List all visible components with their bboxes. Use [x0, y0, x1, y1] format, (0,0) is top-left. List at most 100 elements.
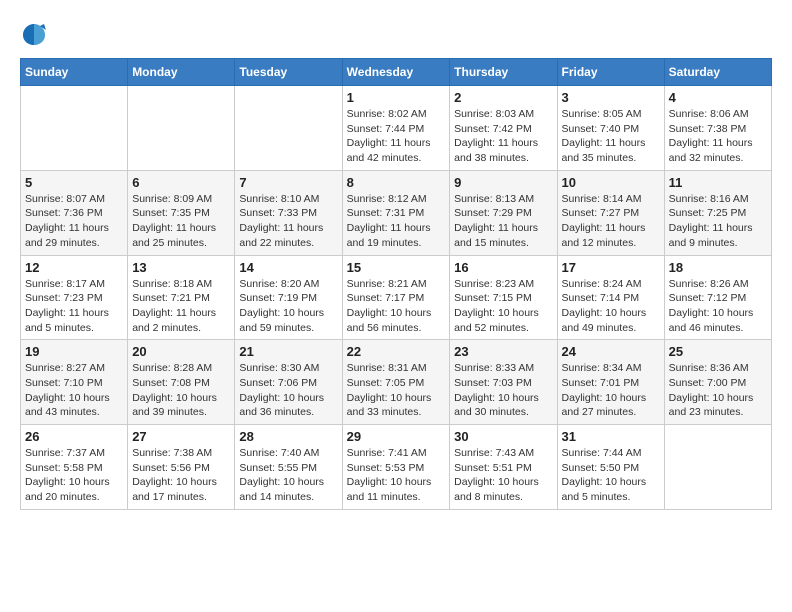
day-info: Sunrise: 8:36 AM Sunset: 7:00 PM Dayligh… [669, 361, 767, 420]
calendar-cell: 6 Sunrise: 8:09 AM Sunset: 7:35 PM Daylig… [128, 170, 235, 255]
calendar-cell: 30Sunrise: 7:43 AM Sunset: 5:51 PM Dayli… [450, 425, 557, 510]
day-number: 4 [669, 90, 767, 105]
day-number: 20 [132, 344, 230, 359]
day-number: 21 [239, 344, 337, 359]
day-number: 5 [25, 175, 123, 190]
calendar-cell [128, 86, 235, 171]
day-info: Sunrise: 8:05 AM Sunset: 7:40 PM Dayligh… [562, 107, 660, 166]
calendar-header: SundayMondayTuesdayWednesdayThursdayFrid… [21, 59, 772, 86]
day-number: 30 [454, 429, 552, 444]
day-number: 10 [562, 175, 660, 190]
calendar-cell: 11 Sunrise: 8:16 AM Sunset: 7:25 PM Dayli… [664, 170, 771, 255]
calendar-cell: 2 Sunrise: 8:03 AM Sunset: 7:42 PM Daylig… [450, 86, 557, 171]
calendar-cell: 14 Sunrise: 8:20 AM Sunset: 7:19 PM Dayli… [235, 255, 342, 340]
day-info: Sunrise: 8:10 AM Sunset: 7:33 PM Dayligh… [239, 192, 337, 251]
day-info: Sunrise: 7:38 AM Sunset: 5:56 PM Dayligh… [132, 446, 230, 505]
day-info: Sunrise: 8:26 AM Sunset: 7:12 PM Dayligh… [669, 277, 767, 336]
day-info: Sunrise: 7:37 AM Sunset: 5:58 PM Dayligh… [25, 446, 123, 505]
day-number: 15 [347, 260, 446, 275]
day-number: 14 [239, 260, 337, 275]
day-info: Sunrise: 7:41 AM Sunset: 5:53 PM Dayligh… [347, 446, 446, 505]
calendar-cell: 20Sunrise: 8:28 AM Sunset: 7:08 PM Dayli… [128, 340, 235, 425]
day-number: 11 [669, 175, 767, 190]
calendar-cell: 24Sunrise: 8:34 AM Sunset: 7:01 PM Dayli… [557, 340, 664, 425]
day-number: 1 [347, 90, 446, 105]
day-number: 31 [562, 429, 660, 444]
weekday-header: Saturday [664, 59, 771, 86]
calendar-cell: 7 Sunrise: 8:10 AM Sunset: 7:33 PM Daylig… [235, 170, 342, 255]
day-info: Sunrise: 8:18 AM Sunset: 7:21 PM Dayligh… [132, 277, 230, 336]
day-info: Sunrise: 8:17 AM Sunset: 7:23 PM Dayligh… [25, 277, 123, 336]
day-info: Sunrise: 8:23 AM Sunset: 7:15 PM Dayligh… [454, 277, 552, 336]
calendar-cell: 28 Sunrise: 7:40 AM Sunset: 5:55 PM Dayli… [235, 425, 342, 510]
calendar-cell: 26 Sunrise: 7:37 AM Sunset: 5:58 PM Dayli… [21, 425, 128, 510]
day-info: Sunrise: 8:21 AM Sunset: 7:17 PM Dayligh… [347, 277, 446, 336]
weekday-header: Sunday [21, 59, 128, 86]
day-info: Sunrise: 8:03 AM Sunset: 7:42 PM Dayligh… [454, 107, 552, 166]
day-info: Sunrise: 8:27 AM Sunset: 7:10 PM Dayligh… [25, 361, 123, 420]
calendar-cell: 10 Sunrise: 8:14 AM Sunset: 7:27 PM Dayli… [557, 170, 664, 255]
day-number: 26 [25, 429, 123, 444]
calendar-cell: 4 Sunrise: 8:06 AM Sunset: 7:38 PM Daylig… [664, 86, 771, 171]
calendar-cell [664, 425, 771, 510]
calendar-cell: 13 Sunrise: 8:18 AM Sunset: 7:21 PM Dayli… [128, 255, 235, 340]
calendar-cell: 18 Sunrise: 8:26 AM Sunset: 7:12 PM Dayli… [664, 255, 771, 340]
calendar-cell: 21Sunrise: 8:30 AM Sunset: 7:06 PM Dayli… [235, 340, 342, 425]
weekday-header: Monday [128, 59, 235, 86]
page-header [20, 20, 772, 48]
day-info: Sunrise: 8:09 AM Sunset: 7:35 PM Dayligh… [132, 192, 230, 251]
calendar-cell: 27 Sunrise: 7:38 AM Sunset: 5:56 PM Dayli… [128, 425, 235, 510]
calendar-cell: 16 Sunrise: 8:23 AM Sunset: 7:15 PM Dayli… [450, 255, 557, 340]
day-number: 6 [132, 175, 230, 190]
calendar-cell: 15 Sunrise: 8:21 AM Sunset: 7:17 PM Dayli… [342, 255, 450, 340]
day-info: Sunrise: 8:14 AM Sunset: 7:27 PM Dayligh… [562, 192, 660, 251]
day-info: Sunrise: 8:02 AM Sunset: 7:44 PM Dayligh… [347, 107, 446, 166]
day-number: 27 [132, 429, 230, 444]
weekday-header: Wednesday [342, 59, 450, 86]
calendar-cell: 3 Sunrise: 8:05 AM Sunset: 7:40 PM Daylig… [557, 86, 664, 171]
day-number: 8 [347, 175, 446, 190]
weekday-header: Thursday [450, 59, 557, 86]
day-info: Sunrise: 8:16 AM Sunset: 7:25 PM Dayligh… [669, 192, 767, 251]
day-info: Sunrise: 7:40 AM Sunset: 5:55 PM Dayligh… [239, 446, 337, 505]
day-info: Sunrise: 8:34 AM Sunset: 7:01 PM Dayligh… [562, 361, 660, 420]
day-info: Sunrise: 8:24 AM Sunset: 7:14 PM Dayligh… [562, 277, 660, 336]
calendar-cell: 9Sunrise: 8:13 AM Sunset: 7:29 PM Daylig… [450, 170, 557, 255]
day-number: 2 [454, 90, 552, 105]
logo [20, 20, 52, 48]
day-info: Sunrise: 8:31 AM Sunset: 7:05 PM Dayligh… [347, 361, 446, 420]
calendar-cell: 5Sunrise: 8:07 AM Sunset: 7:36 PM Daylig… [21, 170, 128, 255]
day-info: Sunrise: 7:44 AM Sunset: 5:50 PM Dayligh… [562, 446, 660, 505]
calendar-cell: 17 Sunrise: 8:24 AM Sunset: 7:14 PM Dayli… [557, 255, 664, 340]
day-number: 23 [454, 344, 552, 359]
day-number: 13 [132, 260, 230, 275]
calendar-cell: 8 Sunrise: 8:12 AM Sunset: 7:31 PM Daylig… [342, 170, 450, 255]
calendar-cell: 31 Sunrise: 7:44 AM Sunset: 5:50 PM Dayli… [557, 425, 664, 510]
day-number: 17 [562, 260, 660, 275]
day-number: 29 [347, 429, 446, 444]
day-info: Sunrise: 8:12 AM Sunset: 7:31 PM Dayligh… [347, 192, 446, 251]
day-number: 3 [562, 90, 660, 105]
weekday-header: Friday [557, 59, 664, 86]
day-number: 18 [669, 260, 767, 275]
calendar-cell: 1 Sunrise: 8:02 AM Sunset: 7:44 PM Daylig… [342, 86, 450, 171]
day-number: 16 [454, 260, 552, 275]
day-number: 25 [669, 344, 767, 359]
day-number: 9 [454, 175, 552, 190]
day-number: 22 [347, 344, 446, 359]
logo-icon [20, 20, 48, 48]
calendar-table: SundayMondayTuesdayWednesdayThursdayFrid… [20, 58, 772, 510]
day-number: 28 [239, 429, 337, 444]
calendar-cell: 29 Sunrise: 7:41 AM Sunset: 5:53 PM Dayli… [342, 425, 450, 510]
calendar-cell: 23 Sunrise: 8:33 AM Sunset: 7:03 PM Dayli… [450, 340, 557, 425]
day-info: Sunrise: 8:06 AM Sunset: 7:38 PM Dayligh… [669, 107, 767, 166]
calendar-cell: 22 Sunrise: 8:31 AM Sunset: 7:05 PM Dayli… [342, 340, 450, 425]
day-number: 12 [25, 260, 123, 275]
calendar-cell [235, 86, 342, 171]
day-number: 7 [239, 175, 337, 190]
day-number: 19 [25, 344, 123, 359]
weekday-header: Tuesday [235, 59, 342, 86]
day-info: Sunrise: 8:20 AM Sunset: 7:19 PM Dayligh… [239, 277, 337, 336]
calendar-cell: 25 Sunrise: 8:36 AM Sunset: 7:00 PM Dayli… [664, 340, 771, 425]
day-info: Sunrise: 8:33 AM Sunset: 7:03 PM Dayligh… [454, 361, 552, 420]
